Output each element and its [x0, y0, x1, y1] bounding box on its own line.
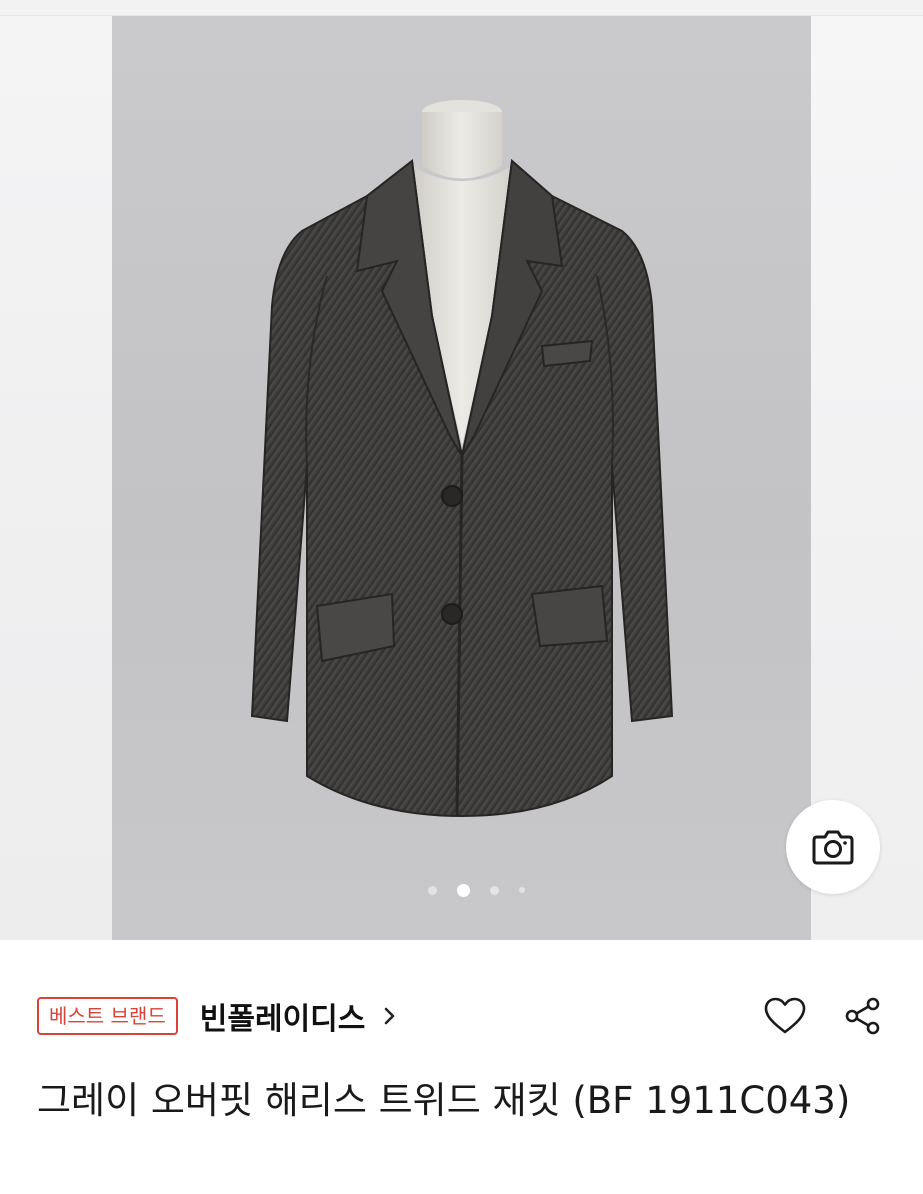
pagination-dot[interactable]	[428, 885, 437, 895]
camera-search-button[interactable]	[786, 800, 880, 894]
previous-slide-peek[interactable]	[0, 16, 112, 940]
pagination-dot-active[interactable]	[457, 883, 470, 897]
product-image[interactable]	[112, 16, 811, 940]
product-image-gallery[interactable]	[0, 0, 923, 940]
product-actions	[761, 993, 887, 1039]
pagination-dot[interactable]	[490, 885, 499, 895]
product-title: 그레이 오버핏 해리스 트위드 재킷 (BF 1911C043)	[37, 1079, 851, 1122]
share-button[interactable]	[839, 993, 887, 1039]
pagination-dot[interactable]	[519, 887, 525, 893]
gallery-pagination	[0, 881, 923, 899]
product-detail-page: 베스트 브랜드 빈폴레이디스 그레이 오버핏 해리스 트위드 재킷 (BF 19…	[0, 0, 923, 1194]
brand-row: 베스트 브랜드 빈폴레이디스	[37, 993, 887, 1039]
blazer-illustration	[250, 100, 674, 818]
camera-icon	[812, 830, 854, 865]
top-edge	[0, 0, 923, 16]
share-icon	[845, 997, 880, 1035]
heart-icon	[764, 997, 806, 1034]
best-brand-badge: 베스트 브랜드	[37, 997, 178, 1035]
chevron-right-icon[interactable]	[383, 1005, 397, 1027]
wishlist-button[interactable]	[761, 993, 809, 1039]
brand-name-link[interactable]: 빈폴레이디스	[200, 994, 366, 1038]
